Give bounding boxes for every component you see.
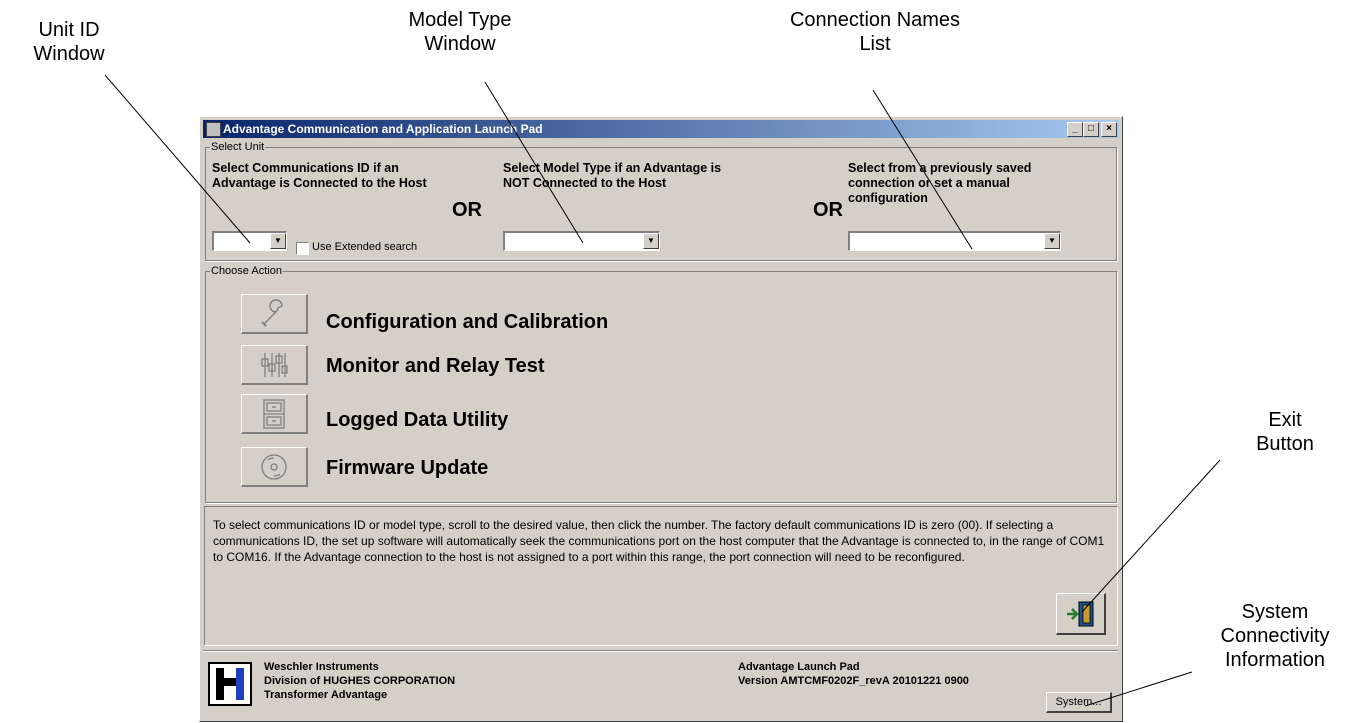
extended-search-checkbox[interactable] — [296, 242, 309, 255]
launch-pad-window: Advantage Communication and Application … — [199, 116, 1123, 722]
model-type-select[interactable]: ▼ — [503, 231, 660, 251]
title-bar[interactable]: Advantage Communication and Application … — [203, 120, 1119, 138]
footer-separator — [203, 650, 1118, 652]
maximize-button[interactable]: □ — [1083, 122, 1099, 137]
callout-connection-names-list: Connection Names List — [770, 8, 980, 56]
chevron-down-icon[interactable]: ▼ — [1044, 233, 1060, 249]
app-version-info: Advantage Launch Pad Version AMTCMF0202F… — [738, 660, 969, 688]
model-type-instruction: Select Model Type if an Advantage is NOT… — [503, 161, 722, 190]
callout-line: System — [1241, 601, 1309, 623]
relay-test-icon — [261, 352, 288, 377]
callout-line: Button — [1256, 433, 1314, 455]
callout-line: Connectivity — [1220, 625, 1330, 647]
configuration-calibration-button[interactable] — [241, 294, 308, 334]
comm-id-select[interactable]: ▼ — [212, 231, 287, 251]
weschler-logo — [208, 662, 252, 706]
file-cabinet-icon — [263, 398, 285, 429]
action-label: Monitor and Relay Test — [326, 355, 545, 377]
company-line: Division of HUGHES CORPORATION — [264, 675, 456, 687]
company-line: Transformer Advantage — [264, 689, 388, 701]
callout-line: Connection Names — [789, 9, 961, 31]
callout-line: Model Type — [408, 9, 512, 31]
callout-line: Unit ID — [38, 19, 100, 41]
callout-unit-id-window: Unit ID Window — [14, 18, 124, 66]
help-panel: To select communications ID or model typ… — [204, 506, 1118, 646]
select-unit-legend: Select Unit — [211, 141, 265, 153]
extended-search-label: Use Extended search — [312, 241, 418, 253]
callout-exit-button: Exit Button — [1225, 408, 1345, 456]
close-button[interactable]: × — [1101, 122, 1117, 137]
or-label: OR — [452, 199, 482, 221]
firmware-update-button[interactable] — [241, 447, 308, 487]
system-button[interactable]: System... — [1046, 692, 1112, 713]
connection-instruction: Select from a previously saved connectio… — [848, 161, 1032, 205]
callout-line: Window — [424, 33, 496, 55]
minimize-button[interactable]: _ — [1067, 122, 1083, 137]
monitor-relay-test-button[interactable] — [241, 345, 308, 385]
action-label: Logged Data Utility — [326, 409, 509, 431]
app-version: Version AMTCMF0202F_revA 20101221 0900 — [738, 675, 969, 687]
action-label: Firmware Update — [326, 457, 489, 479]
exit-door-icon — [1066, 601, 1093, 626]
callout-model-type-window: Model Type Window — [395, 8, 525, 56]
comm-id-instruction: Select Communications ID if an Advantage… — [212, 161, 427, 190]
company-info: Weschler Instruments Division of HUGHES … — [264, 660, 455, 702]
chevron-down-icon[interactable]: ▼ — [270, 233, 286, 249]
callout-line: Window — [33, 43, 105, 65]
or-label: OR — [813, 199, 843, 221]
callout-line: List — [859, 33, 891, 55]
action-label: Configuration and Calibration — [326, 311, 609, 333]
callout-system-info: System Connectivity Information — [1195, 600, 1355, 672]
window-title: Advantage Communication and Application … — [223, 122, 543, 136]
logged-data-utility-button[interactable] — [241, 394, 308, 434]
choose-action-legend: Choose Action — [211, 265, 282, 277]
app-name: Advantage Launch Pad — [738, 661, 860, 673]
chevron-down-icon[interactable]: ▼ — [643, 233, 659, 249]
footer: Weschler Instruments Division of HUGHES … — [203, 650, 1118, 718]
help-text: To select communications ID or model typ… — [213, 518, 1105, 564]
wrench-icon — [261, 298, 283, 327]
exit-button[interactable] — [1056, 593, 1106, 635]
disc-icon — [261, 453, 287, 480]
connection-select[interactable]: ▼ — [848, 231, 1061, 251]
app-icon — [206, 122, 221, 137]
callout-line: Exit — [1268, 409, 1302, 431]
company-line: Weschler Instruments — [264, 661, 379, 673]
callout-line: Information — [1224, 649, 1326, 671]
